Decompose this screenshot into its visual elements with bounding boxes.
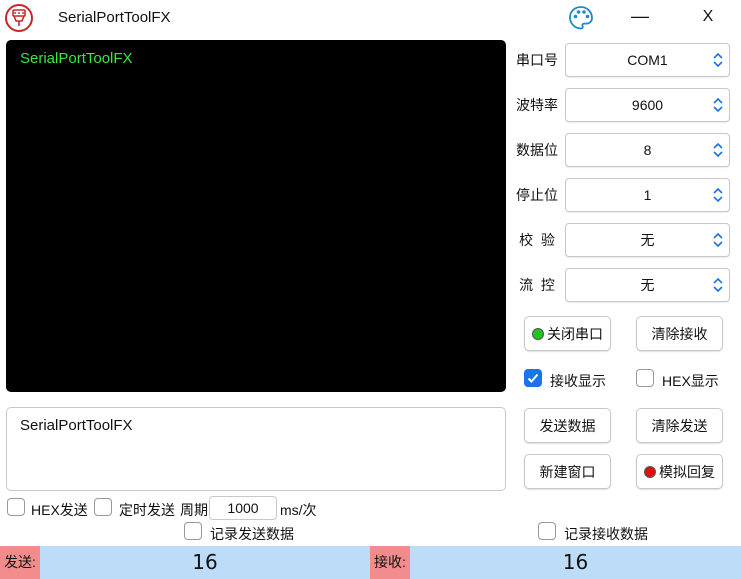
- log-send-checkbox[interactable]: [184, 522, 202, 540]
- send-count: 16: [192, 550, 218, 574]
- new-window-label: 新建窗口: [539, 463, 596, 480]
- port-value: COM1: [627, 52, 668, 68]
- hex-send-label: HEX发送: [31, 502, 88, 518]
- port-label: 串口号: [516, 52, 558, 68]
- checkmark-icon: [527, 373, 539, 383]
- chevron-updown-icon: [713, 232, 723, 248]
- receive-show-label: 接收显示: [550, 373, 606, 389]
- baud-select[interactable]: 9600: [565, 88, 730, 122]
- parity-select[interactable]: 无: [565, 223, 730, 257]
- port-status-indicator: [532, 327, 544, 340]
- receive-show-checkbox[interactable]: [524, 369, 542, 387]
- clear-receive-label: 清除接收: [651, 325, 708, 342]
- stop-bits-label: 停止位: [516, 187, 558, 203]
- simulate-reply-button[interactable]: 模拟回复: [636, 454, 723, 489]
- app-title: SerialPortToolFX: [58, 9, 171, 26]
- simulate-status-indicator: [644, 465, 656, 478]
- chevron-updown-icon: [713, 187, 723, 203]
- serial-connector-icon: [5, 4, 33, 32]
- minimize-button[interactable]: —: [625, 4, 655, 30]
- send-count-tag: 发送:: [0, 546, 40, 579]
- send-data-button[interactable]: 发送数据: [524, 408, 611, 443]
- close-port-label: 关闭串口: [547, 325, 603, 342]
- stop-bits-value: 1: [643, 187, 652, 203]
- receive-count-tag: 接收:: [370, 546, 410, 579]
- send-input-area[interactable]: SerialPortToolFX: [6, 407, 506, 491]
- chevron-updown-icon: [713, 97, 723, 113]
- close-button[interactable]: X: [693, 4, 723, 30]
- chevron-updown-icon: [713, 142, 723, 158]
- log-send-label: 记录发送数据: [210, 526, 294, 542]
- timed-send-checkbox[interactable]: [94, 498, 112, 516]
- new-window-button[interactable]: 新建窗口: [524, 454, 611, 489]
- baud-label: 波特率: [516, 97, 558, 113]
- data-bits-label: 数据位: [516, 142, 558, 158]
- send-data-label: 发送数据: [539, 417, 596, 434]
- data-bits-value: 8: [643, 142, 652, 158]
- flow-control-select[interactable]: 无: [565, 268, 730, 302]
- port-select[interactable]: COM1: [565, 43, 730, 77]
- status-bar: 发送: 16 接收: 16: [0, 546, 741, 579]
- hex-show-label: HEX显示: [662, 373, 719, 389]
- period-unit: ms/次: [280, 502, 317, 518]
- clear-send-label: 清除发送: [651, 417, 708, 434]
- period-input[interactable]: 1000: [209, 496, 277, 520]
- palette-icon[interactable]: [567, 4, 595, 32]
- hex-send-checkbox[interactable]: [7, 498, 25, 516]
- period-label: 周期: [180, 502, 208, 518]
- stop-bits-select[interactable]: 1: [565, 178, 730, 212]
- receive-display-area[interactable]: SerialPortToolFX: [6, 40, 506, 392]
- flow-control-value: 无: [640, 277, 655, 293]
- chevron-updown-icon: [713, 52, 723, 68]
- log-receive-label: 记录接收数据: [564, 526, 648, 542]
- receive-text: SerialPortToolFX: [20, 50, 133, 67]
- clear-send-button[interactable]: 清除发送: [636, 408, 723, 443]
- chevron-updown-icon: [713, 277, 723, 293]
- baud-value: 9600: [631, 97, 664, 113]
- clear-receive-button[interactable]: 清除接收: [636, 316, 723, 351]
- flow-control-label: 流 控: [519, 277, 555, 293]
- close-port-button[interactable]: 关闭串口: [524, 316, 611, 351]
- parity-value: 无: [640, 232, 655, 248]
- log-receive-checkbox[interactable]: [538, 522, 556, 540]
- send-text: SerialPortToolFX: [20, 417, 133, 434]
- simulate-reply-label: 模拟回复: [659, 463, 715, 480]
- hex-show-checkbox[interactable]: [636, 369, 654, 387]
- data-bits-select[interactable]: 8: [565, 133, 730, 167]
- timed-send-label: 定时发送: [119, 502, 175, 518]
- receive-count: 16: [562, 550, 589, 574]
- parity-label: 校 验: [519, 232, 555, 248]
